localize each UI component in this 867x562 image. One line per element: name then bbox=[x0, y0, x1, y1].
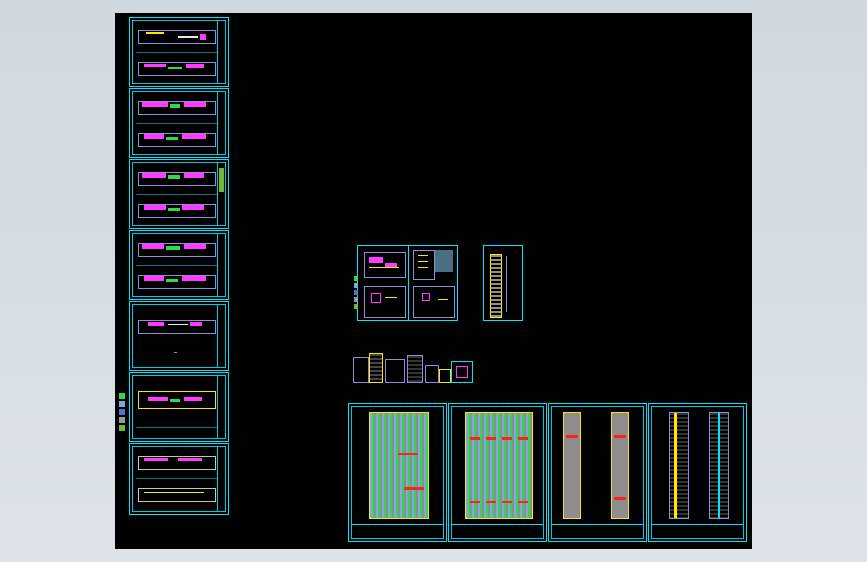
detail-sheet-2[interactable] bbox=[408, 245, 458, 321]
building-section bbox=[669, 412, 689, 519]
detail-plan bbox=[413, 286, 455, 318]
stair-detail-sheet[interactable] bbox=[483, 245, 523, 321]
detail-plan bbox=[364, 286, 406, 318]
building-elevation bbox=[465, 412, 533, 519]
building-elevation bbox=[563, 412, 581, 519]
floor-plan bbox=[138, 316, 216, 338]
layer-legend bbox=[119, 393, 125, 437]
grey-section bbox=[435, 250, 453, 272]
floor-plan bbox=[138, 26, 216, 48]
detail-plan bbox=[364, 252, 406, 278]
title-block bbox=[217, 21, 225, 83]
title-block bbox=[451, 524, 544, 539]
title-block bbox=[651, 524, 744, 539]
floor-plan-sheet-5[interactable] bbox=[129, 301, 229, 371]
detail-drawing bbox=[413, 250, 435, 280]
elevation-sheet-3[interactable] bbox=[548, 403, 647, 542]
floor-plan bbox=[138, 452, 216, 474]
elevation-strip[interactable] bbox=[353, 353, 475, 383]
floor-plan-sheet-3[interactable] bbox=[129, 159, 229, 229]
floor-plan-sheet-1[interactable] bbox=[129, 17, 229, 87]
floor-plan bbox=[138, 168, 216, 190]
floor-plan bbox=[138, 58, 216, 80]
floor-plan bbox=[138, 484, 216, 506]
floor-plan bbox=[138, 271, 216, 293]
layer-legend bbox=[354, 276, 358, 316]
building-elevation bbox=[369, 412, 429, 519]
stair-notes bbox=[506, 256, 519, 312]
title-block bbox=[351, 524, 444, 539]
floor-plan-sheet-2[interactable] bbox=[129, 88, 229, 158]
floor-plan-sheet-6[interactable] bbox=[129, 372, 229, 442]
floor-plan bbox=[138, 97, 216, 119]
legend-bar bbox=[219, 168, 224, 192]
building-elevation bbox=[611, 412, 629, 519]
elevation-sheet-1[interactable] bbox=[348, 403, 447, 542]
floor-plan bbox=[138, 200, 216, 222]
floor-plan-sheet-4[interactable] bbox=[129, 230, 229, 300]
floor-plan bbox=[138, 385, 216, 413]
building-section bbox=[709, 412, 729, 519]
title-block bbox=[551, 524, 644, 539]
detail-sheet-1[interactable] bbox=[354, 245, 410, 321]
floor-plan bbox=[138, 239, 216, 261]
stair-section bbox=[490, 254, 502, 318]
floor-plan bbox=[138, 129, 216, 151]
green-mark bbox=[174, 352, 177, 353]
floor-plan-sheet-7[interactable] bbox=[129, 443, 229, 515]
cad-model-space-viewport[interactable] bbox=[115, 13, 752, 549]
elevation-sheet-4[interactable] bbox=[648, 403, 747, 542]
elevation-sheet-2[interactable] bbox=[448, 403, 547, 542]
